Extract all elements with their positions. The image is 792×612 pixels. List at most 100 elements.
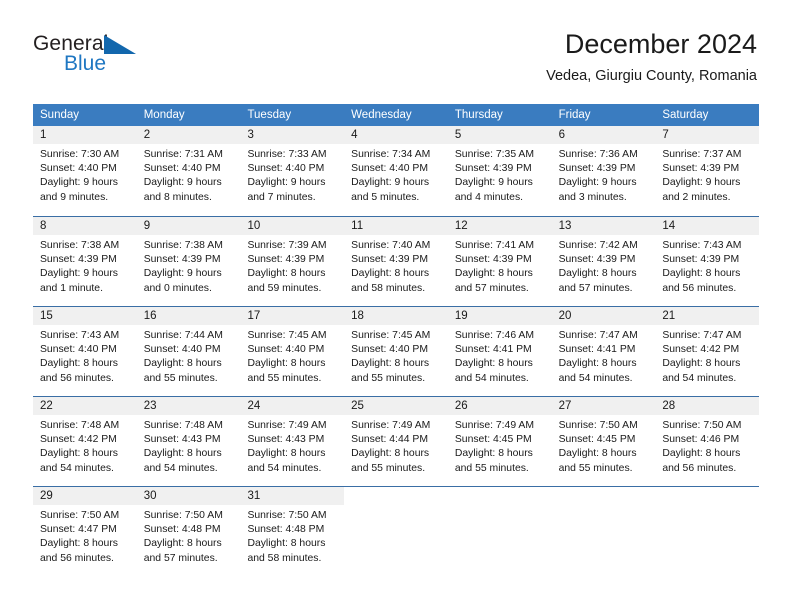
sunset-text: Sunset: 4:39 PM bbox=[143, 254, 221, 266]
day-cell[interactable]: 4 Sunrise: 7:34 AM Sunset: 4:40 PM Daylight… bbox=[344, 126, 448, 216]
day-cell[interactable]: 26 Sunrise: 7:49 AM Sunset: 4:45 PM Dayligh… bbox=[447, 397, 552, 486]
day-number: 30 bbox=[143, 490, 157, 502]
day-cell[interactable]: 31 Sunrise: 7:50 AM Sunset: 4:48 PM Dayligh… bbox=[240, 487, 345, 576]
page-subtitle: Vedea, Giurgiu County, Romania bbox=[546, 68, 757, 84]
daylight-text-line2: and 56 minutes. bbox=[40, 372, 114, 384]
day-number-band: 10 bbox=[240, 217, 345, 235]
sunrise-text: Sunrise: 7:48 AM bbox=[143, 420, 223, 431]
day-number-band: 19 bbox=[447, 307, 552, 325]
day-cell[interactable]: 25 Sunrise: 7:49 AM Sunset: 4:44 PM Dayligh… bbox=[344, 397, 448, 486]
sunrise-text: Sunrise: 7:39 AM bbox=[247, 240, 327, 251]
sunrise-text: Sunrise: 7:40 AM bbox=[351, 240, 431, 251]
triangle-icon bbox=[104, 35, 136, 54]
day-number-band: 14 bbox=[655, 217, 760, 235]
sunrise-text: Sunrise: 7:50 AM bbox=[143, 510, 223, 521]
sunrise-text: Sunrise: 7:45 AM bbox=[247, 330, 327, 341]
day-cell[interactable]: 27 Sunrise: 7:50 AM Sunset: 4:45 PM Dayligh… bbox=[551, 397, 656, 486]
daylight-text-line1: Daylight: 9 hours bbox=[558, 177, 637, 189]
sunset-text: Sunset: 4:42 PM bbox=[40, 434, 117, 446]
daylight-text-line2: and 3 minutes. bbox=[558, 191, 627, 203]
day-details: Sunrise: 7:46 AM Sunset: 4:41 PM Daylight:… bbox=[448, 325, 552, 386]
sunset-text: Sunset: 4:39 PM bbox=[558, 254, 636, 266]
day-cell[interactable]: 19 Sunrise: 7:46 AM Sunset: 4:41 PM Dayligh… bbox=[447, 307, 552, 396]
logo-text-blue: Blue bbox=[64, 52, 107, 75]
day-cell[interactable]: 12 Sunrise: 7:41 AM Sunset: 4:39 PM Dayligh… bbox=[447, 217, 552, 306]
sunset-text: Sunset: 4:40 PM bbox=[351, 163, 428, 175]
day-number: 19 bbox=[454, 310, 468, 322]
daylight-text-line1: Daylight: 9 hours bbox=[247, 177, 326, 189]
day-details: Sunrise: 7:37 AM Sunset: 4:39 PM Daylight:… bbox=[655, 144, 759, 205]
daylight-text-line1: Daylight: 8 hours bbox=[662, 358, 741, 370]
day-cell[interactable]: 8 Sunrise: 7:38 AM Sunset: 4:39 PM Daylight… bbox=[33, 217, 137, 306]
page-header: General Blue December 2024 Vedea, Giurgi… bbox=[0, 0, 792, 100]
day-number-band: 25 bbox=[344, 397, 448, 415]
daylight-text-line2: and 55 minutes. bbox=[143, 372, 218, 384]
daylight-text-line1: Daylight: 8 hours bbox=[351, 268, 430, 280]
sunrise-text: Sunrise: 7:49 AM bbox=[454, 420, 535, 431]
sunset-text: Sunset: 4:48 PM bbox=[143, 524, 221, 536]
day-cell[interactable]: 15 Sunrise: 7:43 AM Sunset: 4:40 PM Dayligh… bbox=[33, 307, 137, 396]
week-row: 29 Sunrise: 7:50 AM Sunset: 4:47 PM Dayligh… bbox=[33, 486, 760, 576]
daylight-text-line2: and 55 minutes. bbox=[454, 462, 529, 474]
day-cell[interactable]: 30 Sunrise: 7:50 AM Sunset: 4:48 PM Dayligh… bbox=[136, 487, 241, 576]
day-details: Sunrise: 7:49 AM Sunset: 4:45 PM Daylight:… bbox=[448, 415, 552, 476]
daylight-text-line2: and 56 minutes. bbox=[662, 462, 737, 474]
day-cell[interactable]: 3 Sunrise: 7:33 AM Sunset: 4:40 PM Daylight… bbox=[240, 126, 345, 216]
sunset-text: Sunset: 4:39 PM bbox=[662, 163, 740, 175]
week-row: 1 Sunrise: 7:30 AM Sunset: 4:40 PM Daylight… bbox=[33, 126, 760, 216]
sunset-text: Sunset: 4:41 PM bbox=[558, 344, 636, 356]
sunrise-text: Sunrise: 7:46 AM bbox=[454, 330, 535, 341]
daylight-text-line1: Daylight: 8 hours bbox=[247, 448, 326, 460]
day-cell[interactable]: 16 Sunrise: 7:44 AM Sunset: 4:40 PM Dayligh… bbox=[136, 307, 241, 396]
daylight-text-line1: Daylight: 9 hours bbox=[143, 268, 222, 280]
day-cell[interactable]: 13 Sunrise: 7:42 AM Sunset: 4:39 PM Dayligh… bbox=[551, 217, 656, 306]
week-row: 8 Sunrise: 7:38 AM Sunset: 4:39 PM Daylight… bbox=[33, 216, 760, 306]
day-details: Sunrise: 7:48 AM Sunset: 4:43 PM Daylight:… bbox=[137, 415, 241, 476]
weekday-friday: Friday bbox=[558, 109, 591, 121]
day-details: Sunrise: 7:40 AM Sunset: 4:39 PM Daylight:… bbox=[344, 235, 448, 296]
sunset-text: Sunset: 4:45 PM bbox=[558, 434, 636, 446]
day-cell[interactable]: 18 Sunrise: 7:45 AM Sunset: 4:40 PM Dayligh… bbox=[344, 307, 448, 396]
sunset-text: Sunset: 4:40 PM bbox=[40, 344, 117, 356]
day-details: Sunrise: 7:47 AM Sunset: 4:41 PM Daylight:… bbox=[552, 325, 656, 386]
day-number-band: 13 bbox=[551, 217, 656, 235]
sunrise-text: Sunrise: 7:50 AM bbox=[558, 420, 638, 431]
day-number-band: 8 bbox=[33, 217, 137, 235]
day-cell[interactable]: 2 Sunrise: 7:31 AM Sunset: 4:40 PM Daylight… bbox=[136, 126, 241, 216]
day-details: Sunrise: 7:50 AM Sunset: 4:47 PM Daylight:… bbox=[33, 505, 137, 566]
day-cell[interactable]: 17 Sunrise: 7:45 AM Sunset: 4:40 PM Dayligh… bbox=[240, 307, 345, 396]
day-cell[interactable]: 20 Sunrise: 7:47 AM Sunset: 4:41 PM Dayligh… bbox=[551, 307, 656, 396]
daylight-text-line1: Daylight: 8 hours bbox=[143, 358, 222, 370]
day-cell[interactable]: 22 Sunrise: 7:48 AM Sunset: 4:42 PM Dayligh… bbox=[33, 397, 137, 486]
day-cell[interactable]: 5 Sunrise: 7:35 AM Sunset: 4:39 PM Daylight… bbox=[447, 126, 552, 216]
day-number-band: 5 bbox=[447, 126, 552, 144]
day-cell[interactable]: 11 Sunrise: 7:40 AM Sunset: 4:39 PM Dayligh… bbox=[344, 217, 448, 306]
day-cell[interactable]: 14 Sunrise: 7:43 AM Sunset: 4:39 PM Dayligh… bbox=[655, 217, 760, 306]
day-cell[interactable]: 24 Sunrise: 7:49 AM Sunset: 4:43 PM Dayligh… bbox=[240, 397, 345, 486]
day-cell[interactable]: 1 Sunrise: 7:30 AM Sunset: 4:40 PM Daylight… bbox=[33, 126, 137, 216]
day-cell[interactable]: 7 Sunrise: 7:37 AM Sunset: 4:39 PM Daylight… bbox=[655, 126, 760, 216]
day-cell[interactable]: 21 Sunrise: 7:47 AM Sunset: 4:42 PM Dayligh… bbox=[655, 307, 760, 396]
day-cell[interactable]: 6 Sunrise: 7:36 AM Sunset: 4:39 PM Daylight… bbox=[551, 126, 656, 216]
day-details: Sunrise: 7:44 AM Sunset: 4:40 PM Daylight:… bbox=[137, 325, 241, 386]
sunset-text: Sunset: 4:41 PM bbox=[454, 344, 532, 356]
sunset-text: Sunset: 4:39 PM bbox=[351, 254, 428, 266]
day-number-band: 21 bbox=[655, 307, 760, 325]
daylight-text-line1: Daylight: 8 hours bbox=[558, 268, 637, 280]
daylight-text-line2: and 55 minutes. bbox=[558, 462, 633, 474]
day-number-band: 24 bbox=[240, 397, 345, 415]
daylight-text-line1: Daylight: 8 hours bbox=[351, 358, 430, 370]
day-cell[interactable]: 23 Sunrise: 7:48 AM Sunset: 4:43 PM Dayligh… bbox=[136, 397, 241, 486]
day-cell[interactable]: 9 Sunrise: 7:38 AM Sunset: 4:39 PM Daylight… bbox=[136, 217, 241, 306]
day-cell[interactable]: 29 Sunrise: 7:50 AM Sunset: 4:47 PM Dayligh… bbox=[33, 487, 137, 576]
day-number: 23 bbox=[143, 400, 157, 412]
sunrise-text: Sunrise: 7:50 AM bbox=[662, 420, 742, 431]
sunset-text: Sunset: 4:40 PM bbox=[143, 163, 221, 175]
day-cell[interactable]: 10 Sunrise: 7:39 AM Sunset: 4:39 PM Dayligh… bbox=[240, 217, 345, 306]
daylight-text-line2: and 1 minute. bbox=[40, 282, 103, 294]
daylight-text-line2: and 5 minutes. bbox=[351, 191, 420, 203]
daylight-text-line2: and 54 minutes. bbox=[247, 462, 322, 474]
day-details: Sunrise: 7:43 AM Sunset: 4:39 PM Daylight:… bbox=[655, 235, 759, 296]
day-cell[interactable]: 28 Sunrise: 7:50 AM Sunset: 4:46 PM Dayligh… bbox=[655, 397, 760, 486]
weekday-thursday: Thursday bbox=[454, 109, 503, 121]
